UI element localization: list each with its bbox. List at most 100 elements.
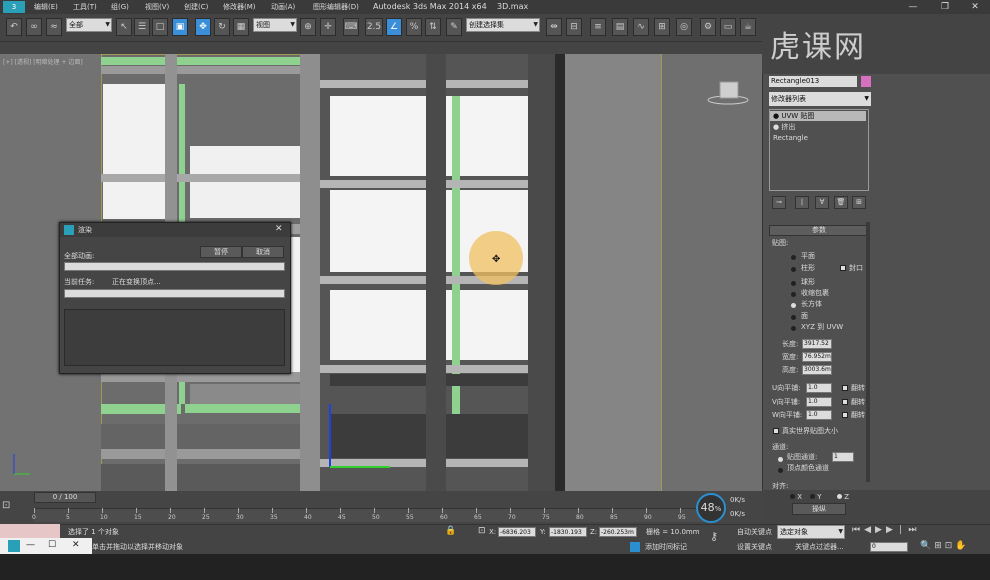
pivot-center-icon[interactable]: ⊕	[300, 18, 316, 36]
render-production-icon[interactable]: ☕	[740, 18, 756, 36]
radio-spherical[interactable]	[791, 279, 796, 288]
radio-planar[interactable]	[791, 253, 796, 262]
reference-coord-dropdown[interactable]: 视图 ▼	[253, 18, 297, 32]
bind-space-warp-icon[interactable]: ≈	[46, 18, 62, 36]
undo-icon[interactable]: ↶	[6, 18, 22, 36]
w-tile-spinner[interactable]: 1.0	[806, 410, 832, 420]
time-slider[interactable]: 0 / 100	[34, 492, 96, 503]
layer-manager-icon[interactable]: ≡	[590, 18, 606, 36]
menu-tools[interactable]: 工具(T)	[73, 1, 97, 13]
menu-views[interactable]: 视图(V)	[145, 1, 169, 13]
cap-checkbox[interactable]	[840, 265, 846, 271]
set-key-button[interactable]: 设置关键点	[737, 542, 772, 552]
select-object-icon[interactable]: ↖	[116, 18, 132, 36]
window-crossing-icon[interactable]: ▣	[172, 18, 188, 36]
close-button[interactable]: ✕	[964, 0, 986, 14]
render-dialog-titlebar[interactable]	[60, 223, 290, 237]
rotate-icon[interactable]: ↻	[214, 18, 230, 36]
graphite-tools-icon[interactable]: ▤	[612, 18, 628, 36]
radio-cylindrical[interactable]	[791, 265, 796, 274]
restore-button[interactable]: ❐	[934, 0, 956, 14]
current-frame-field[interactable]: 0	[870, 542, 908, 552]
render-setup-icon[interactable]: ⚙	[700, 18, 716, 36]
make-unique-icon[interactable]: ∀	[815, 196, 829, 209]
material-editor-icon[interactable]: ◎	[676, 18, 692, 36]
auto-key-button[interactable]: 自动关键点	[737, 527, 772, 537]
v-flip-checkbox[interactable]	[842, 399, 848, 405]
rendered-frame-icon[interactable]: ▭	[720, 18, 736, 36]
show-end-result-icon[interactable]: ∣	[795, 196, 809, 209]
select-manipulate-icon[interactable]: ✛	[320, 18, 336, 36]
rect-selection-icon[interactable]: □	[152, 18, 168, 36]
selection-filter-dropdown[interactable]: 全部 ▼	[66, 18, 112, 32]
manipulate-button[interactable]: 操纵	[792, 503, 846, 515]
align-icon[interactable]: ⊟	[566, 18, 582, 36]
named-selection-dropdown[interactable]: 创建选择集 ▼	[466, 18, 540, 32]
render-dialog-close-icon[interactable]: ✕	[275, 224, 283, 234]
object-name-field[interactable]: Rectangle013	[769, 76, 857, 87]
align-y[interactable]: Y	[810, 492, 822, 502]
pause-button[interactable]: 暂停	[200, 246, 242, 258]
stack-item-extrude[interactable]: ● 挤出	[770, 122, 866, 132]
u-tile-spinner[interactable]: 1.0	[806, 383, 832, 393]
add-time-tag-button[interactable]: 添加时间标记	[645, 542, 687, 552]
cancel-button[interactable]: 取消	[242, 246, 284, 258]
playback-controls[interactable]: ⏮◀▶▶❘⏭	[852, 525, 982, 538]
mini-curve-editor-icon[interactable]: ⊡	[2, 500, 28, 520]
percent-snap-icon[interactable]: %	[406, 18, 422, 36]
select-move-icon[interactable]: ✥	[195, 18, 211, 36]
menu-graph-editors[interactable]: 图形编辑器(D)	[313, 1, 359, 13]
key-filters-button[interactable]: 关键点过滤器...	[795, 542, 844, 552]
modifier-list-dropdown[interactable]: 修改器列表 ▼	[769, 92, 871, 106]
mini-min-button[interactable]: —	[26, 540, 35, 550]
menu-modifiers[interactable]: 修改器(M)	[223, 1, 256, 13]
selection-lock-icon[interactable]: 🔒	[445, 526, 456, 536]
menu-create[interactable]: 创建(C)	[184, 1, 208, 13]
menu-edit[interactable]: 编辑(E)	[34, 1, 58, 13]
u-flip-checkbox[interactable]	[842, 385, 848, 391]
v-tile-spinner[interactable]: 1.0	[806, 397, 832, 407]
radio-box[interactable]	[791, 301, 796, 310]
mini-max-button[interactable]: ☐	[48, 540, 56, 550]
curve-editor-icon[interactable]: ∿	[633, 18, 649, 36]
menu-animation[interactable]: 动画(A)	[271, 1, 295, 13]
radio-vertex-color[interactable]	[778, 466, 783, 475]
y-coord-field[interactable]: -1830.193	[549, 527, 587, 537]
width-spinner[interactable]: 76.952m	[802, 352, 832, 362]
pin-stack-icon[interactable]: ⊸	[772, 196, 786, 209]
stack-item-rectangle[interactable]: Rectangle	[770, 133, 866, 143]
z-coord-field[interactable]: -260.253m	[599, 527, 637, 537]
keyboard-shortcut-icon[interactable]: ⌨	[343, 18, 359, 36]
height-spinner[interactable]: 3003.6m	[802, 365, 832, 375]
link-icon[interactable]: ∞	[26, 18, 42, 36]
viewport-label[interactable]: [+] [透视] [明暗处理 + 边面]	[3, 57, 83, 66]
app-logo-icon[interactable]: 3	[3, 1, 25, 13]
menu-group[interactable]: 组(G)	[111, 1, 129, 13]
stack-item-uvw-map[interactable]: ● UVW 贴图	[770, 111, 866, 121]
length-spinner[interactable]: 3917.52	[802, 339, 832, 349]
radio-map-channel[interactable]	[778, 455, 783, 464]
align-z[interactable]: Z	[837, 492, 849, 502]
absolute-mode-icon[interactable]: ⊡	[478, 526, 486, 536]
command-panel-scrollbar[interactable]	[866, 222, 870, 482]
selected-object-dropdown[interactable]: 选定对象 ▼	[777, 525, 845, 539]
object-color-swatch[interactable]	[861, 76, 871, 87]
parameters-rollout[interactable]: 参数	[769, 225, 869, 236]
select-by-name-icon[interactable]: ☰	[134, 18, 150, 36]
radio-face[interactable]	[791, 313, 796, 322]
key-icon[interactable]: ⚷	[710, 530, 718, 543]
w-flip-checkbox[interactable]	[842, 412, 848, 418]
configure-sets-icon[interactable]: ⊞	[852, 196, 866, 209]
maxscript-listener[interactable]	[0, 524, 60, 538]
scale-icon[interactable]: ▦	[233, 18, 249, 36]
angle-snap-icon[interactable]: ∠	[386, 18, 402, 36]
mirror-icon[interactable]: ⇹	[546, 18, 562, 36]
radio-xyz-uvw[interactable]	[791, 324, 796, 333]
radio-shrink-wrap[interactable]	[791, 290, 796, 299]
minimize-button[interactable]: —	[902, 0, 924, 14]
align-x[interactable]: X	[790, 492, 802, 502]
snap-toggle-icon[interactable]: 2.5	[365, 18, 383, 36]
remove-modifier-icon[interactable]: 🗑	[834, 196, 848, 209]
x-coord-field[interactable]: -6836.203	[498, 527, 536, 537]
edit-named-selection-icon[interactable]: ✎	[446, 18, 462, 36]
